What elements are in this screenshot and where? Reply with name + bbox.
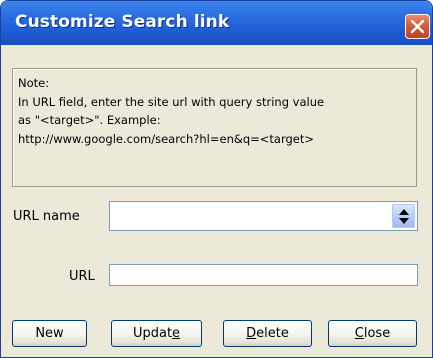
close-label-part: lose (363, 326, 391, 341)
spinner-updown-icon (399, 209, 409, 224)
note-line: http://www.google.com/search?hl=en&q=<ta… (18, 131, 315, 146)
url-name-combobox[interactable] (109, 201, 418, 231)
note-box: Note: In URL field, enter the site url w… (12, 68, 417, 187)
note-line: Note: (18, 76, 50, 90)
customize-search-dialog: Customize Search link Note: In URL field… (0, 0, 433, 358)
url-name-label: URL name (13, 209, 80, 224)
combo-spinner-button[interactable] (392, 204, 415, 228)
close-icon (410, 19, 425, 34)
title-bar[interactable]: Customize Search link (1, 1, 432, 45)
update-label-part: Updat (132, 326, 173, 341)
note-line: as "<target>". Example: (18, 113, 161, 127)
new-button-label: New (35, 326, 64, 341)
url-input[interactable] (109, 264, 418, 286)
new-button[interactable]: New (12, 320, 87, 347)
delete-label-part: elete (256, 326, 289, 341)
close-mnemonic: C (354, 326, 364, 341)
close-window-button[interactable] (405, 14, 430, 39)
close-button[interactable]: Close (328, 320, 417, 347)
delete-button[interactable]: Delete (223, 320, 312, 347)
update-mnemonic: e (172, 326, 181, 341)
url-label: URL (69, 269, 95, 284)
update-button[interactable]: Update (111, 320, 202, 347)
window-title: Customize Search link (15, 12, 230, 32)
note-line: In URL field, enter the site url with qu… (18, 94, 325, 109)
delete-mnemonic: D (246, 326, 257, 341)
dialog-body: Note: In URL field, enter the site url w… (2, 45, 432, 357)
